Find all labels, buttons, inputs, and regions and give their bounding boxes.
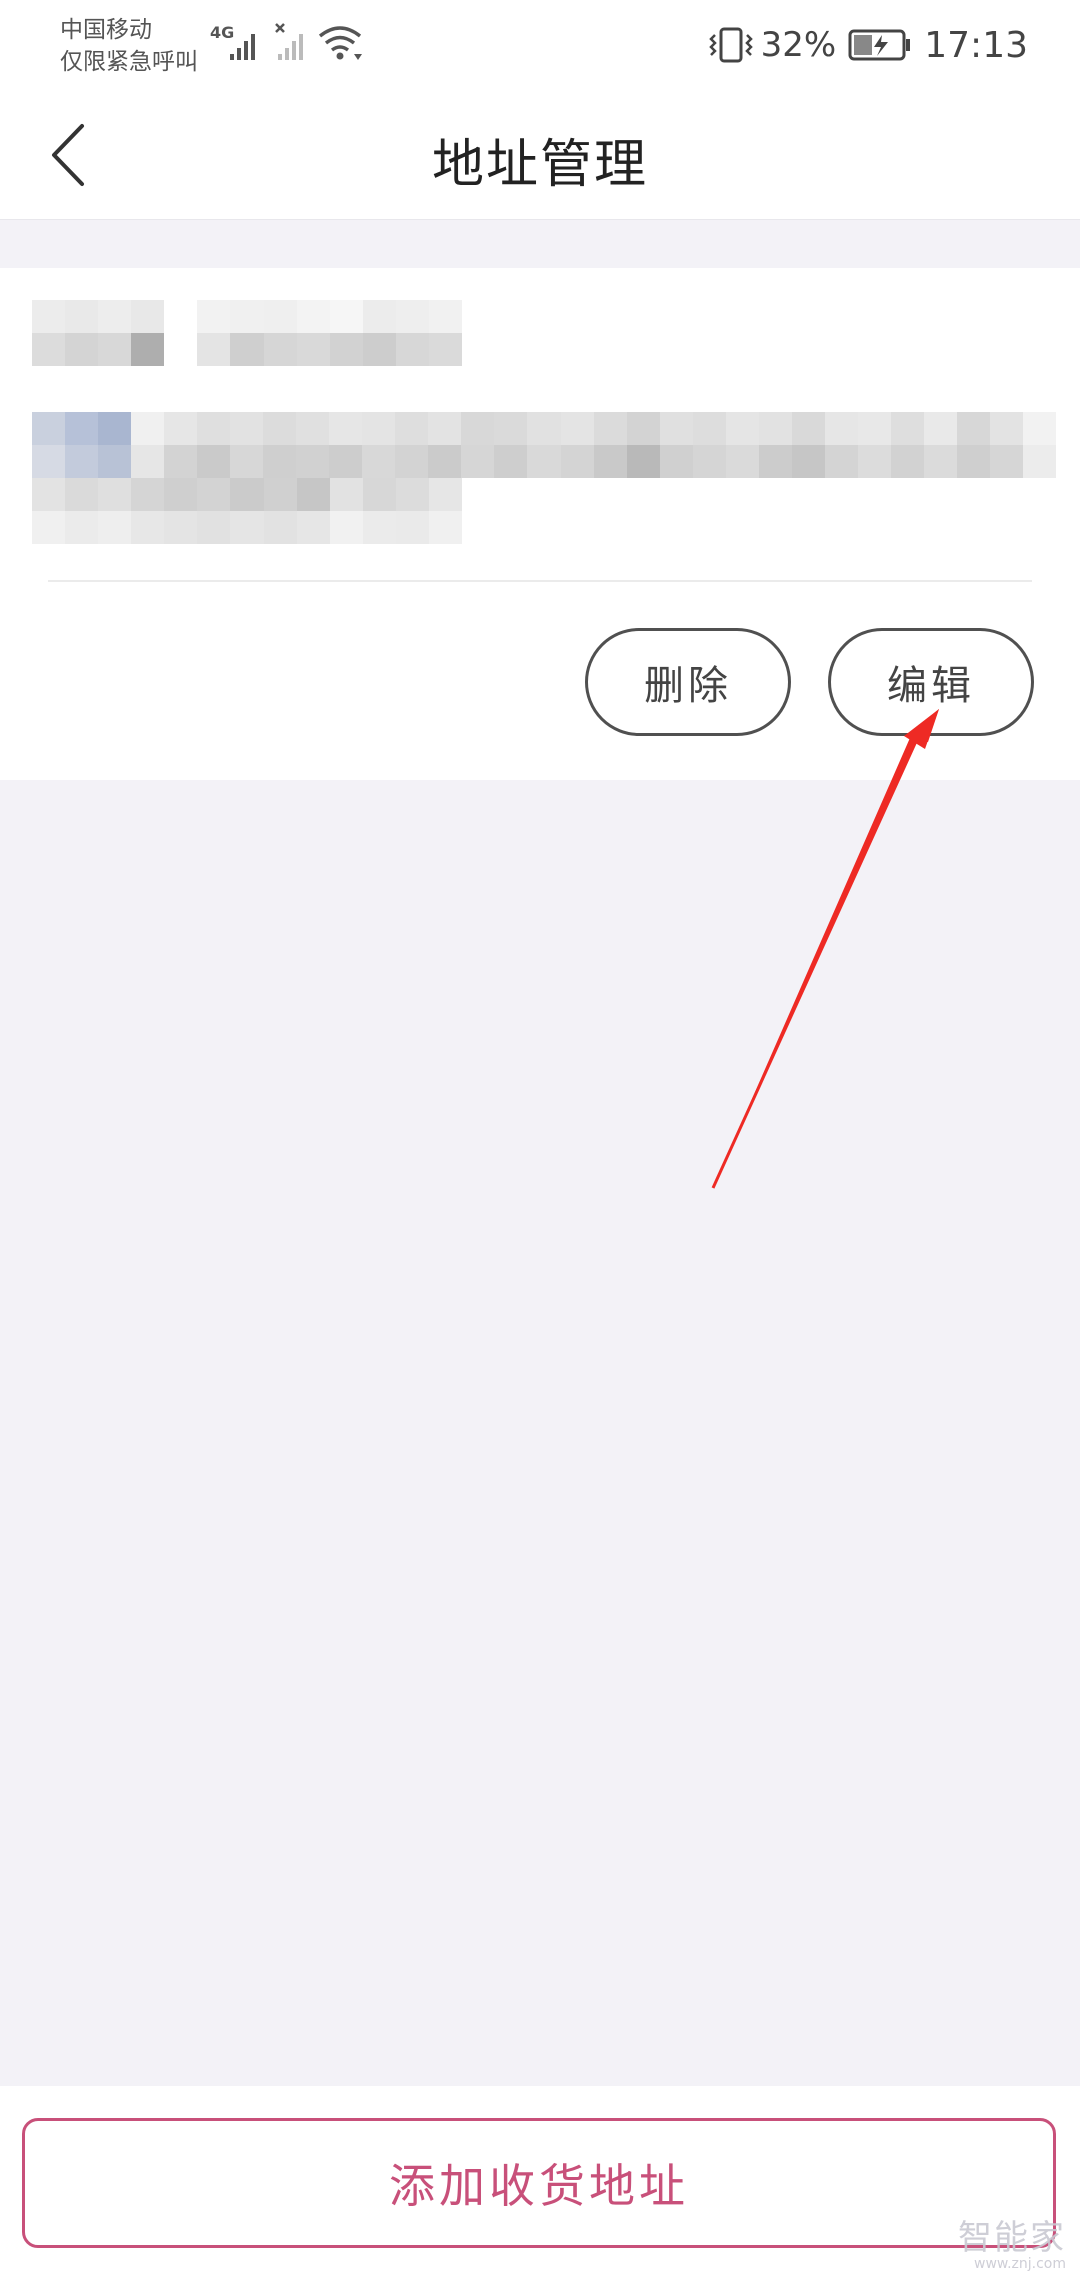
bottom-bar: 添加收货地址 智能家 www.znj.com bbox=[0, 2086, 1080, 2280]
battery-charging-icon bbox=[848, 29, 911, 61]
address-card[interactable]: 删除 编辑 bbox=[0, 268, 1080, 780]
clock: 17:13 bbox=[924, 24, 1028, 66]
address-info-redacted bbox=[32, 290, 1062, 610]
page-title: 地址管理 bbox=[431, 135, 648, 195]
carrier-name: 中国移动 bbox=[60, 17, 152, 43]
carrier-status: 仅限紧急呼叫 bbox=[60, 49, 198, 75]
watermark-logo-text: 智能家 bbox=[958, 2218, 1066, 2258]
network-type-label: 4G bbox=[210, 23, 234, 42]
signal-icon: 4G bbox=[210, 23, 362, 60]
network-icons: 4G bbox=[208, 18, 368, 68]
redacted-address-line-2 bbox=[32, 478, 462, 544]
status-bar: 中国移动 仅限紧急呼叫 4G 32% 17:13 bbox=[0, 0, 1080, 90]
edit-button[interactable]: 编辑 bbox=[828, 628, 1034, 736]
status-right: 32% 17:13 bbox=[707, 20, 1028, 70]
nav-bar: 地址管理 bbox=[0, 90, 1080, 220]
delete-button[interactable]: 删除 bbox=[585, 628, 791, 736]
card-divider bbox=[48, 580, 1032, 582]
watermark-url: www.znj.com bbox=[974, 2256, 1066, 2272]
redacted-address-line bbox=[32, 412, 1056, 478]
watermark: 智能家 www.znj.com bbox=[958, 2220, 1066, 2272]
battery-percent: 32% bbox=[760, 25, 837, 65]
add-address-button[interactable]: 添加收货地址 bbox=[22, 2118, 1056, 2248]
redacted-name-phone bbox=[32, 300, 462, 366]
carrier-info: 中国移动 仅限紧急呼叫 bbox=[60, 14, 198, 78]
vibrate-icon bbox=[708, 27, 753, 63]
